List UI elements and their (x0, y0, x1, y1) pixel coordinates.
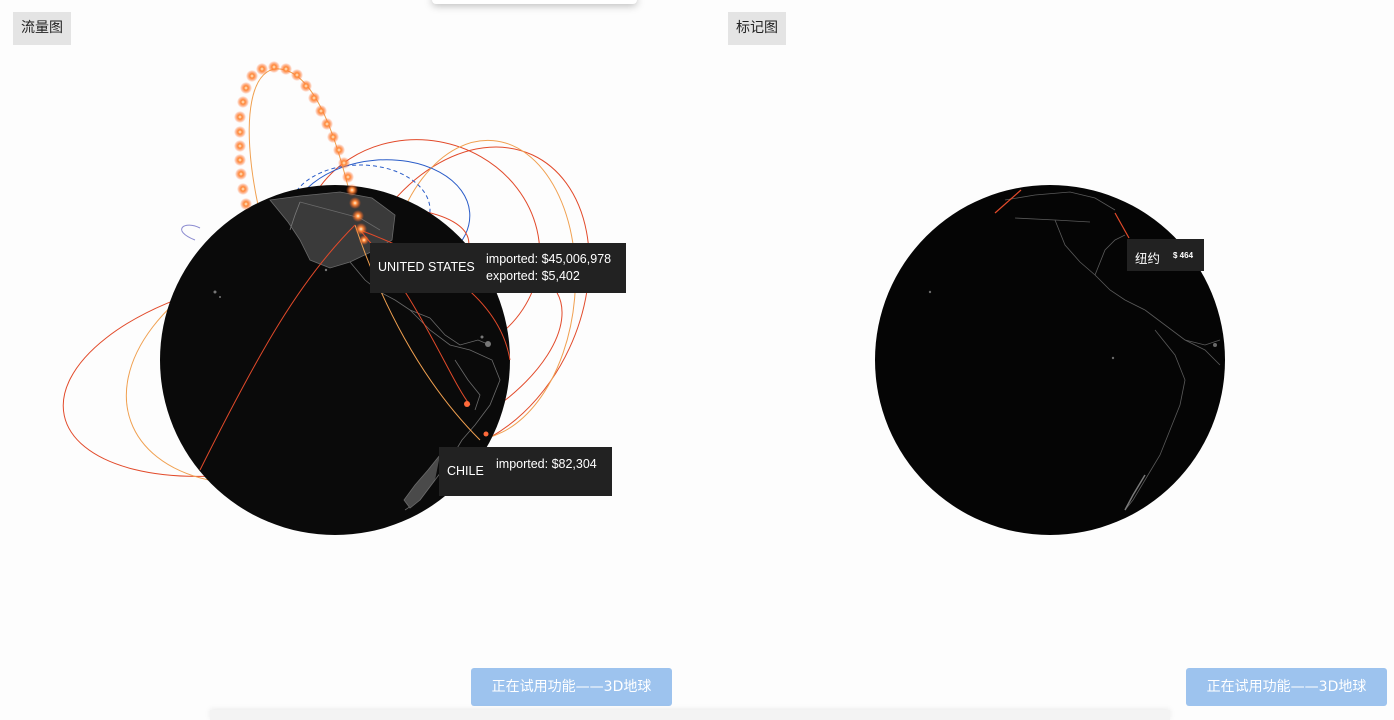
tooltip-imported-value: imported: $45,006,978 (486, 252, 612, 266)
tooltip-country-name: CHILE (447, 464, 484, 478)
tooltip-marker-value: $ 464 (1173, 251, 1194, 260)
flow-map-panel: 流量图 UNITED STATES imported: $45,006,978 … (0, 0, 700, 717)
city-tooltip-new-york: 纽约 $ 464 (1127, 239, 1204, 271)
trial-feature-button[interactable]: 正在试用功能——3D地球 (471, 668, 672, 706)
bottom-overlay-shadow (210, 710, 1170, 720)
marker-map-globe-canvas[interactable] (715, 0, 1394, 717)
country-tooltip-chile: CHILE imported: $82,304 (439, 447, 612, 496)
tooltip-imported-value: imported: $82,304 (496, 457, 597, 471)
trial-feature-button[interactable]: 正在试用功能——3D地球 (1186, 668, 1387, 706)
tab-marker-map[interactable]: 标记图 (728, 12, 786, 45)
tooltip-exported-value: exported: $5,402 (486, 269, 580, 283)
flow-map-globe-canvas[interactable] (0, 0, 700, 717)
country-tooltip-united-states: UNITED STATES imported: $45,006,978 expo… (370, 243, 626, 293)
marker-map-panel: 标记图 纽约 $ 464 正在试用功能——3D地球 (715, 0, 1394, 717)
globe (875, 185, 1225, 535)
tab-flow-map[interactable]: 流量图 (13, 12, 71, 45)
tooltip-country-name: UNITED STATES (378, 260, 475, 274)
tooltip-city-name: 纽约 (1135, 252, 1161, 266)
